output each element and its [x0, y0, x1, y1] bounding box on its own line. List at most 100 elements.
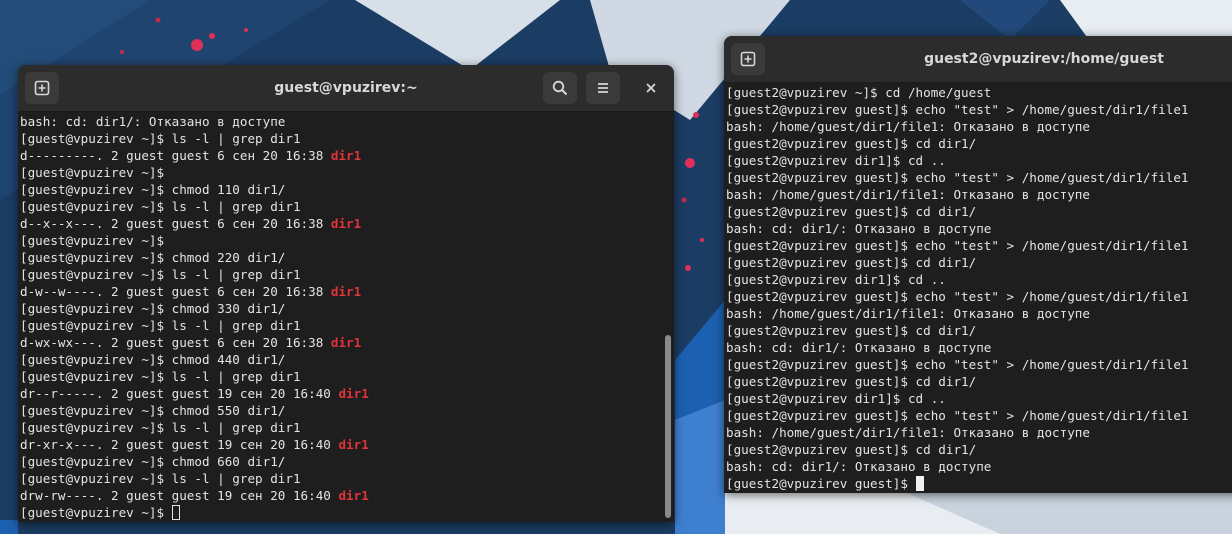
terminal-output[interactable]: [guest2@vpuzirev ~]$ cd /home/guest [gues… [726, 84, 1232, 493]
terminal-text: [guest@vpuzirev ~]$ ls -l | grep dir1 [20, 267, 301, 282]
hamburger-menu-icon [598, 83, 608, 93]
terminal-line: [guest@vpuzirev ~]$ ls -l | grep dir1 [20, 198, 660, 215]
terminal-text: bash: cd: dir1/: Отказано в доступе [726, 459, 992, 474]
new-tab-button[interactable] [731, 43, 765, 75]
terminal-text: [guest@vpuzirev ~]$ chmod 550 dir1/ [20, 403, 286, 418]
terminal-line: drw-rw----. 2 guest guest 19 сен 20 16:4… [20, 487, 660, 504]
terminal-line: [guest@vpuzirev ~]$ chmod 110 dir1/ [20, 181, 660, 198]
terminal-line: [guest2@vpuzirev guest]$ echo "test" > /… [726, 356, 1232, 373]
close-button[interactable] [639, 76, 663, 100]
terminal-line: [guest2@vpuzirev dir1]$ cd .. [726, 152, 1232, 169]
terminal-text: bash: /home/guest/dir1/file1: Отказано в… [726, 425, 1090, 440]
terminal-window-guest[interactable]: guest@vpuzirev:~ bash: cd: dir1/: Отказа… [18, 65, 674, 522]
search-icon [552, 80, 568, 96]
title-bar[interactable]: guest2@vpuzirev:/home/guest [724, 36, 1232, 83]
terminal-line: dr--r-----. 2 guest guest 19 сен 20 16:4… [20, 385, 660, 402]
terminal-line: d-wx-wx---. 2 guest guest 6 сен 20 16:38… [20, 334, 660, 351]
terminal-line: [guest@vpuzirev ~]$ chmod 220 dir1/ [20, 249, 660, 266]
terminal-line: [guest2@vpuzirev guest]$ echo "test" > /… [726, 237, 1232, 254]
scrollbar-thumb[interactable] [665, 335, 671, 518]
terminal-line: [guest@vpuzirev ~]$ ls -l | grep dir1 [20, 130, 660, 147]
terminal-text: [guest@vpuzirev ~]$ chmod 110 dir1/ [20, 182, 286, 197]
terminal-text: [guest2@vpuzirev guest]$ cd dir1/ [726, 204, 977, 219]
terminal-text: [guest@vpuzirev ~]$ chmod 660 dir1/ [20, 454, 286, 469]
terminal-line: bash: cd: dir1/: Отказано в доступе [726, 339, 1232, 356]
terminal-line: [guest@vpuzirev ~]$ ls -l | grep dir1 [20, 470, 660, 487]
terminal-line: [guest@vpuzirev ~]$ [20, 164, 660, 181]
terminal-line: [guest@vpuzirev ~]$ chmod 660 dir1/ [20, 453, 660, 470]
terminal-line: [guest2@vpuzirev guest]$ cd dir1/ [726, 373, 1232, 390]
terminal-text: d-wx-wx---. 2 guest guest 6 сен 20 16:38 [20, 335, 331, 350]
terminal-text: bash: cd: dir1/: Отказано в доступе [726, 340, 992, 355]
terminal-line: [guest@vpuzirev ~]$ [20, 504, 660, 521]
terminal-line: [guest2@vpuzirev guest]$ echo "test" > /… [726, 101, 1232, 118]
terminal-line: bash: cd: dir1/: Отказано в доступе [726, 458, 1232, 475]
terminal-text: [guest@vpuzirev ~]$ [20, 165, 165, 180]
terminal-window-guest2[interactable]: guest2@vpuzirev:/home/guest [guest2@vpuz… [724, 36, 1232, 493]
terminal-cursor [915, 476, 924, 491]
terminal-line: [guest@vpuzirev ~]$ ls -l | grep dir1 [20, 368, 660, 385]
terminal-text: [guest2@vpuzirev guest]$ cd dir1/ [726, 374, 977, 389]
terminal-text: [guest2@vpuzirev dir1]$ cd .. [726, 153, 946, 168]
terminal-line: [guest2@vpuzirev dir1]$ cd .. [726, 390, 1232, 407]
terminal-line: [guest2@vpuzirev guest]$ cd dir1/ [726, 322, 1232, 339]
terminal-text: [guest@vpuzirev ~]$ ls -l | grep dir1 [20, 131, 301, 146]
terminal-text: [guest@vpuzirev ~]$ chmod 220 dir1/ [20, 250, 286, 265]
terminal-line: d---------. 2 guest guest 6 сен 20 16:38… [20, 147, 660, 164]
terminal-text: [guest2@vpuzirev dir1]$ cd .. [726, 272, 946, 287]
search-button[interactable] [543, 72, 577, 104]
highlighted-filename: dir1 [330, 335, 362, 350]
terminal-line: [guest2@vpuzirev guest]$ cd dir1/ [726, 135, 1232, 152]
terminal-line: [guest2@vpuzirev dir1]$ cd .. [726, 271, 1232, 288]
highlighted-filename: dir1 [338, 488, 369, 503]
terminal-text: [guest2@vpuzirev guest]$ cd dir1/ [726, 442, 977, 457]
terminal-text: [guest2@vpuzirev ~]$ cd /home/guest [726, 85, 992, 100]
new-tab-icon [740, 51, 756, 67]
terminal-line: [guest2@vpuzirev guest]$ cd dir1/ [726, 203, 1232, 220]
new-tab-icon [34, 80, 50, 96]
terminal-line: bash: /home/guest/dir1/file1: Отказано в… [726, 118, 1232, 135]
terminal-text: [guest2@vpuzirev guest]$ echo "test" > /… [726, 408, 1189, 423]
terminal-text: [guest2@vpuzirev guest]$ echo "test" > /… [726, 289, 1189, 304]
terminal-text: [guest2@vpuzirev guest]$ cd dir1/ [726, 255, 977, 270]
highlighted-filename: dir1 [338, 437, 369, 452]
terminal-text: [guest2@vpuzirev guest]$ echo "test" > /… [726, 357, 1189, 372]
terminal-line: bash: /home/guest/dir1/file1: Отказано в… [726, 424, 1232, 441]
menu-button[interactable] [586, 72, 620, 104]
terminal-text: [guest@vpuzirev ~]$ ls -l | grep dir1 [20, 420, 301, 435]
highlighted-filename: dir1 [330, 148, 362, 163]
terminal-line: [guest2@vpuzirev ~]$ cd /home/guest [726, 84, 1232, 101]
terminal-text: [guest@vpuzirev ~]$ [20, 233, 165, 248]
terminal-text: [guest2@vpuzirev guest]$ echo "test" > /… [726, 170, 1189, 185]
terminal-line: d--x--x---. 2 guest guest 6 сен 20 16:38… [20, 215, 660, 232]
terminal-text: d-w--w----. 2 guest guest 6 сен 20 16:38 [20, 284, 331, 299]
terminal-line: [guest@vpuzirev ~]$ chmod 440 dir1/ [20, 351, 660, 368]
terminal-line: [guest2@vpuzirev guest]$ echo "test" > /… [726, 407, 1232, 424]
title-bar[interactable]: guest@vpuzirev:~ [18, 65, 674, 112]
terminal-text: [guest@vpuzirev ~]$ chmod 330 dir1/ [20, 301, 286, 316]
terminal-text: d---------. 2 guest guest 6 сен 20 16:38 [20, 148, 331, 163]
terminal-text: bash: cd: dir1/: Отказано в доступе [20, 114, 286, 129]
terminal-line: dr-xr-x---. 2 guest guest 19 сен 20 16:4… [20, 436, 660, 453]
terminal-text: [guest2@vpuzirev guest]$ [726, 476, 916, 491]
terminal-text: d--x--x---. 2 guest guest 6 сен 20 16:38 [20, 216, 331, 231]
terminal-line: d-w--w----. 2 guest guest 6 сен 20 16:38… [20, 283, 660, 300]
terminal-line: [guest@vpuzirev ~]$ chmod 550 dir1/ [20, 402, 660, 419]
terminal-text: [guest@vpuzirev ~]$ ls -l | grep dir1 [20, 199, 301, 214]
terminal-text: bash: /home/guest/dir1/file1: Отказано в… [726, 306, 1090, 321]
new-tab-button[interactable] [25, 72, 59, 104]
terminal-text: [guest2@vpuzirev guest]$ echo "test" > /… [726, 238, 1189, 253]
terminal-line: [guest@vpuzirev ~]$ chmod 330 dir1/ [20, 300, 660, 317]
terminal-text: drw-rw----. 2 guest guest 19 сен 20 16:4… [20, 488, 339, 503]
terminal-line: [guest@vpuzirev ~]$ ls -l | grep dir1 [20, 317, 660, 334]
terminal-text: [guest@vpuzirev ~]$ [20, 505, 172, 520]
highlighted-filename: dir1 [330, 216, 362, 231]
terminal-line: [guest2@vpuzirev guest]$ [726, 475, 1232, 492]
terminal-text: bash: cd: dir1/: Отказано в доступе [726, 221, 992, 236]
terminal-output[interactable]: bash: cd: dir1/: Отказано в доступе [gues… [20, 113, 660, 522]
terminal-line: [guest2@vpuzirev guest]$ echo "test" > /… [726, 169, 1232, 186]
terminal-line: [guest@vpuzirev ~]$ ls -l | grep dir1 [20, 266, 660, 283]
highlighted-filename: dir1 [338, 386, 369, 401]
terminal-text: [guest@vpuzirev ~]$ ls -l | grep dir1 [20, 318, 301, 333]
terminal-line: [guest2@vpuzirev guest]$ cd dir1/ [726, 254, 1232, 271]
